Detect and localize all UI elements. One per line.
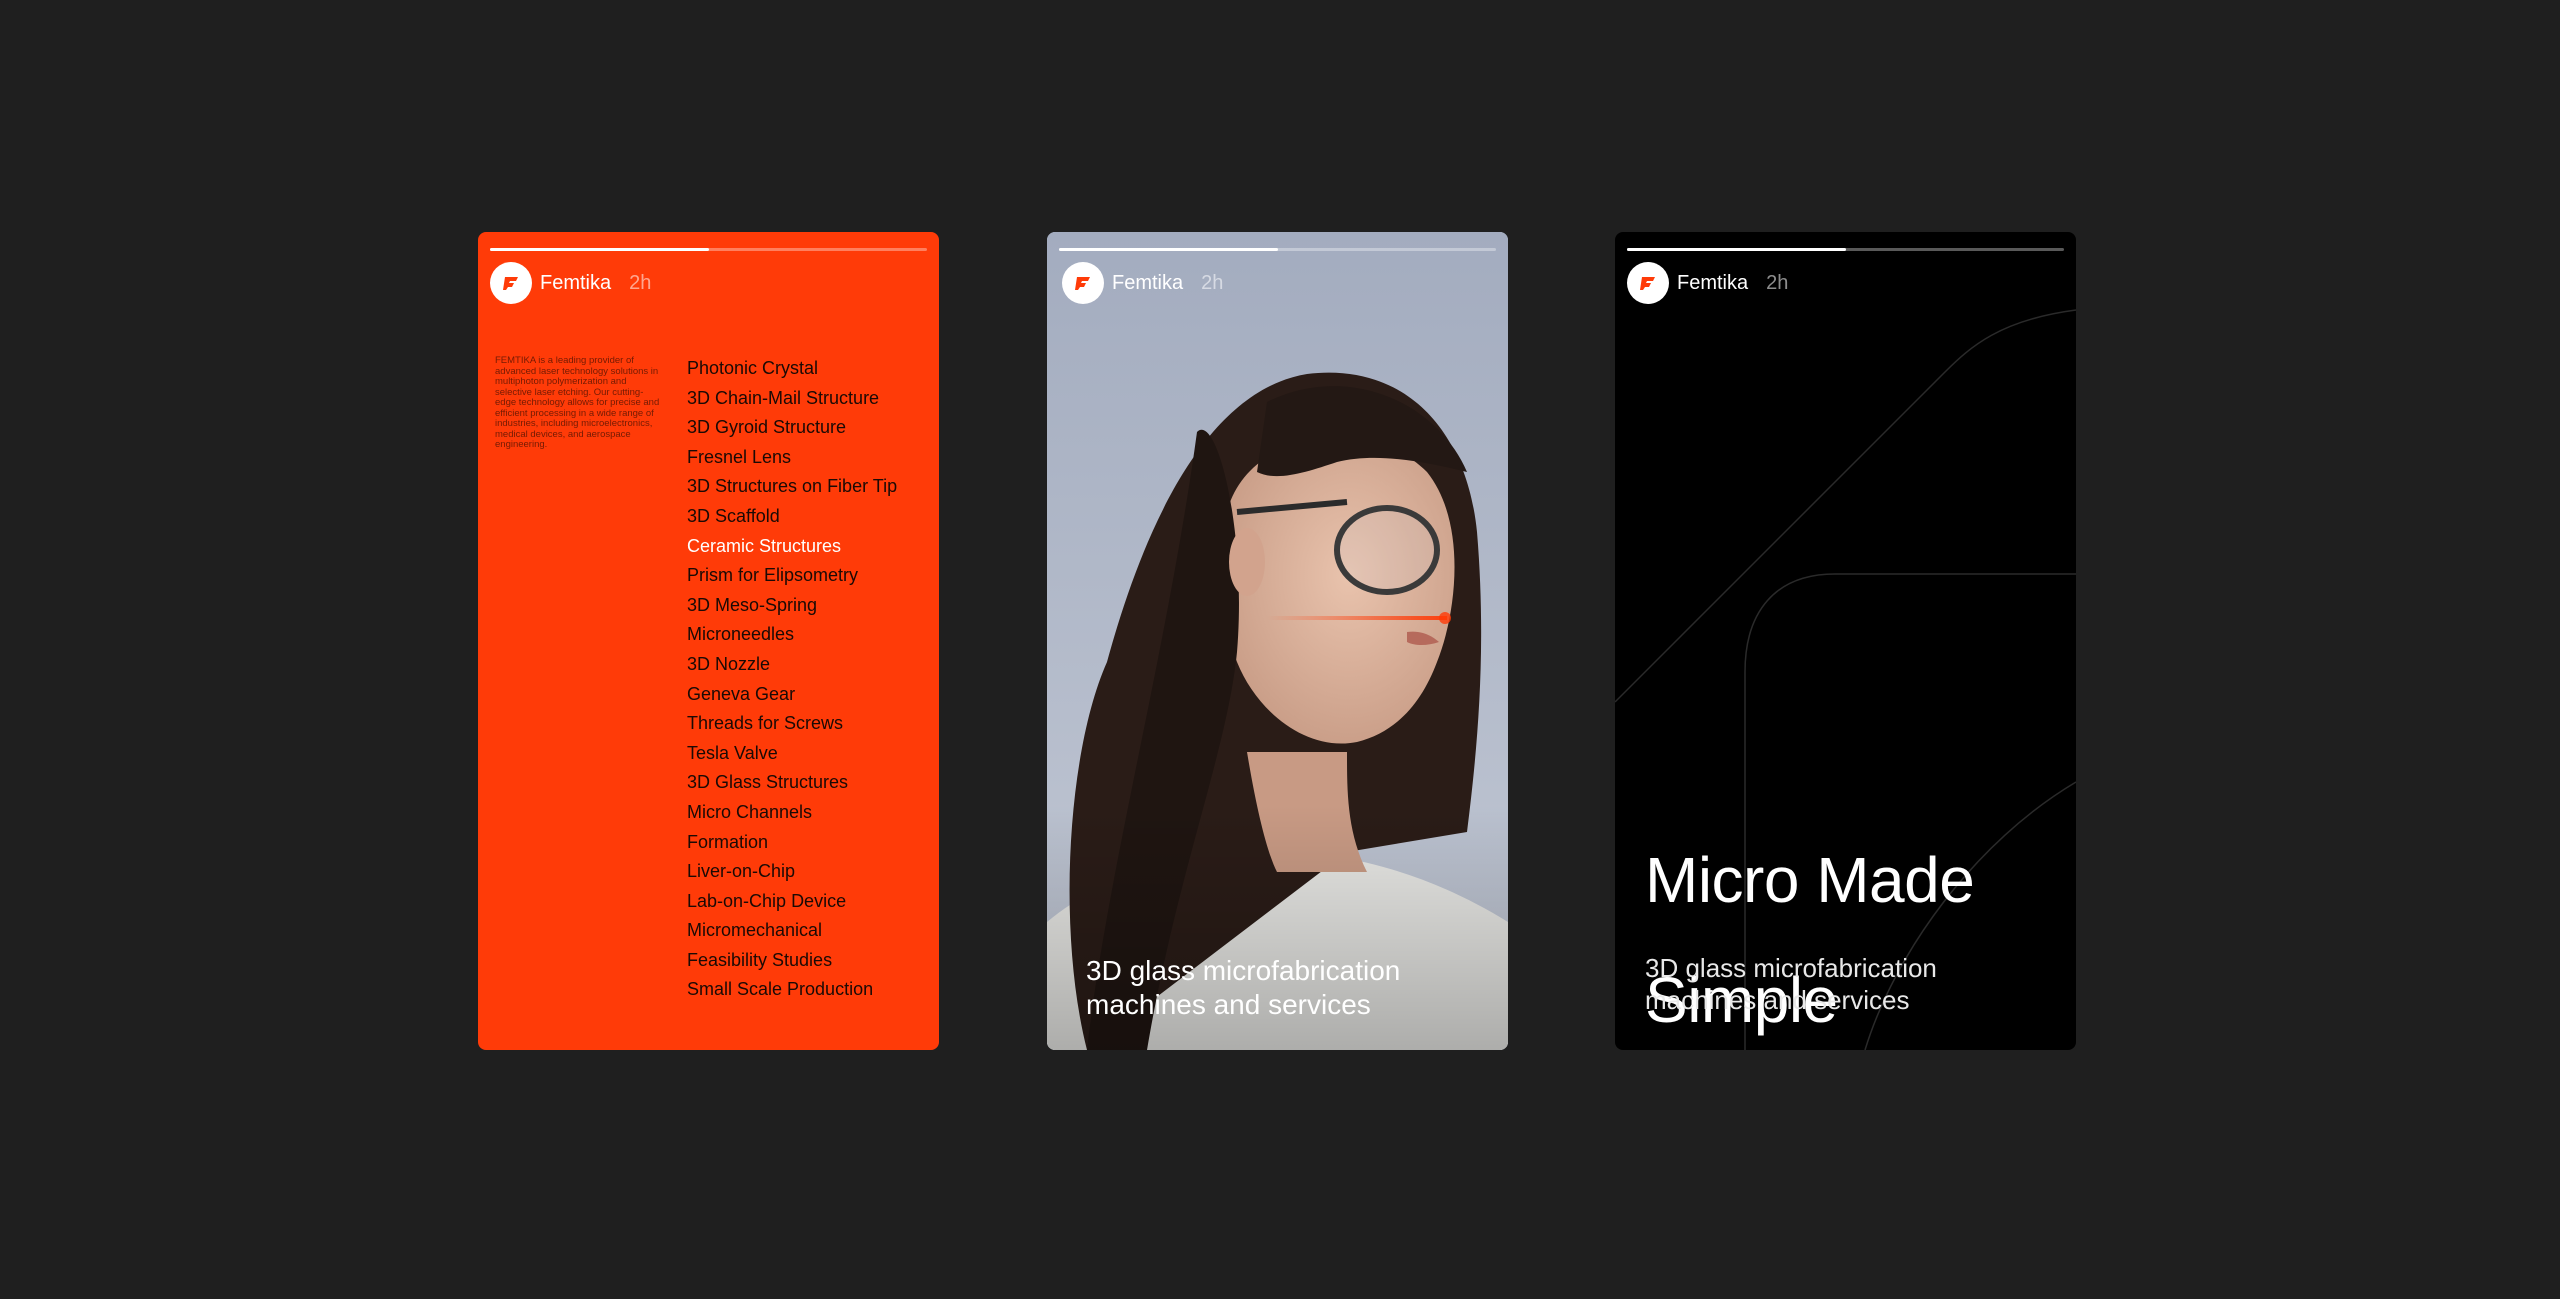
post-time: 2h: [629, 271, 652, 294]
post-time: 2h: [1201, 271, 1224, 294]
story-progress-fill: [1059, 248, 1278, 251]
product-list-item[interactable]: 3D Gyroid Structure: [687, 413, 897, 443]
story-progress-fill: [1627, 248, 1846, 251]
caption-line-1: 3D glass microfabrication: [1086, 955, 1401, 986]
brand-name[interactable]: Femtika: [1112, 272, 1183, 295]
product-list-item[interactable]: Tesla Valve: [687, 739, 897, 769]
story-header[interactable]: Femtika 2h: [490, 262, 651, 304]
product-list-item[interactable]: 3D Scaffold: [687, 502, 897, 532]
story-progress-bar: [1627, 248, 2064, 251]
product-list-item[interactable]: 3D Glass Structures: [687, 768, 897, 798]
story-header[interactable]: Femtika 2h: [1627, 262, 1788, 304]
woman-with-glasses-laser-photo: [1047, 232, 1508, 1050]
story-card-products[interactable]: Femtika 2h FEMTIKA is a leading provider…: [478, 232, 939, 1050]
story-caption: 3D glass microfabrication machines and s…: [1645, 952, 1937, 1016]
femtika-logo-icon[interactable]: [490, 262, 532, 304]
caption-line-2: machines and services: [1086, 989, 1371, 1020]
story-progress-fill: [490, 248, 709, 251]
product-list-item[interactable]: Photonic Crystal: [687, 354, 897, 384]
story-progress-bar: [490, 248, 927, 251]
product-list-item[interactable]: Microneedles: [687, 620, 897, 650]
caption-line-2: machines and services: [1645, 985, 1910, 1015]
product-list-item[interactable]: 3D Meso-Spring: [687, 591, 897, 621]
product-list-item[interactable]: 3D Nozzle: [687, 650, 897, 680]
brand-name[interactable]: Femtika: [540, 272, 611, 295]
product-list-item[interactable]: 3D Chain-Mail Structure: [687, 384, 897, 414]
femtika-logo-icon[interactable]: [1627, 262, 1669, 304]
headline-line-1: Micro Made: [1645, 844, 1975, 916]
story-caption: 3D glass microfabrication machines and s…: [1086, 954, 1400, 1022]
product-list-item[interactable]: Formation: [687, 828, 897, 858]
caption-line-1: 3D glass microfabrication: [1645, 953, 1937, 983]
product-list-item[interactable]: Threads for Screws: [687, 709, 897, 739]
post-time: 2h: [1766, 271, 1789, 294]
product-list-item[interactable]: Micro Channels: [687, 798, 897, 828]
product-list-item[interactable]: Small Scale Production: [687, 975, 897, 1005]
story-progress-bar: [1059, 248, 1496, 251]
stories-canvas: Femtika 2h FEMTIKA is a leading provider…: [0, 0, 2560, 1299]
product-list-item[interactable]: Liver-on-Chip: [687, 857, 897, 887]
story-card-photo[interactable]: Femtika 2h 3D glass microfabrication mac…: [1047, 232, 1508, 1050]
story-card-headline[interactable]: Femtika 2h Micro Made Simple 3D glass mi…: [1615, 232, 2076, 1050]
product-list-item[interactable]: Geneva Gear: [687, 680, 897, 710]
product-list-item[interactable]: Micromechanical: [687, 916, 897, 946]
product-list-item[interactable]: 3D Structures on Fiber Tip: [687, 472, 897, 502]
story-header[interactable]: Femtika 2h: [1062, 262, 1223, 304]
product-list-item[interactable]: Fresnel Lens: [687, 443, 897, 473]
brand-name[interactable]: Femtika: [1677, 272, 1748, 295]
product-list-item[interactable]: Feasibility Studies: [687, 946, 897, 976]
product-list-item[interactable]: Prism for Elipsometry: [687, 561, 897, 591]
product-list-item[interactable]: Ceramic Structures: [687, 532, 897, 562]
femtika-logo-icon[interactable]: [1062, 262, 1104, 304]
company-description: FEMTIKA is a leading provider of advance…: [495, 355, 660, 450]
product-list-item[interactable]: Lab-on-Chip Device: [687, 887, 897, 917]
product-list: Photonic Crystal 3D Chain-Mail Structure 3…: [687, 354, 897, 1005]
